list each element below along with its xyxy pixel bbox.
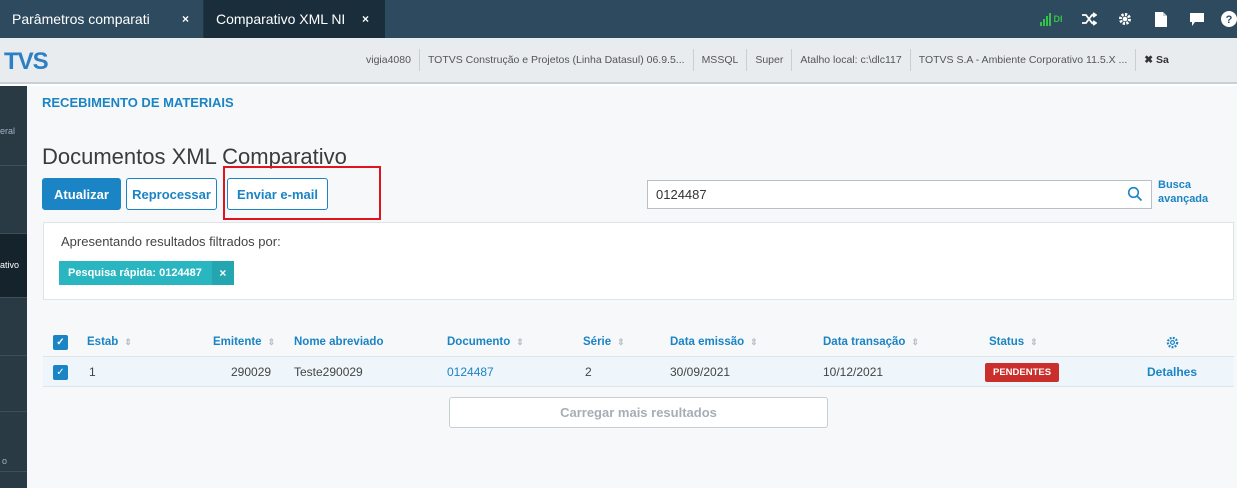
signal-label: DI <box>1053 14 1063 24</box>
brand-logo: TVS <box>4 48 49 75</box>
main-content: RECEBIMENTO DE MATERIAIS Documentos XML … <box>27 86 1237 488</box>
help-icon[interactable]: ? <box>1215 0 1237 38</box>
logout-button[interactable]: ✖ Sa <box>1135 49 1177 71</box>
status-badge: PENDENTES <box>985 357 1060 387</box>
sidebar-item[interactable]: eral <box>0 86 27 166</box>
advanced-search-link[interactable]: Busca avançada <box>1158 178 1208 206</box>
shuffle-icon[interactable] <box>1071 0 1107 38</box>
chat-icon[interactable] <box>1179 0 1215 38</box>
sidebar-item-active[interactable]: ativo <box>0 234 27 298</box>
row-checkbox[interactable]: ✓ <box>53 357 68 387</box>
filter-panel: Apresentando resultados filtrados por: P… <box>43 222 1234 300</box>
header-documento[interactable]: Documento ⇕ <box>447 327 524 357</box>
filter-chip: Pesquisa rápida: 0124487 × <box>59 261 234 285</box>
header-estab[interactable]: Estab ⇕ <box>87 327 132 357</box>
sidebar-item[interactable] <box>0 298 27 356</box>
header-serie[interactable]: Série ⇕ <box>583 327 625 357</box>
header-emitente[interactable]: Emitente ⇕ <box>213 327 275 357</box>
table-row[interactable]: ✓ 1 290029 Teste290029 0124487 2 30/09/2… <box>43 357 1234 387</box>
cell-data-emissao: 30/09/2021 <box>670 365 731 379</box>
tab-comparativo[interactable]: Comparativo XML NF- × <box>204 0 385 38</box>
update-button[interactable]: Atualizar <box>42 178 121 210</box>
info-bar: TVS vigia4080 TOTVS Construção e Projeto… <box>0 38 1237 84</box>
gear-icon[interactable] <box>1107 0 1143 38</box>
search-input[interactable]: 0124487 <box>647 180 1152 209</box>
search-value: 0124487 <box>656 187 707 202</box>
signal-icon[interactable]: DI <box>1031 0 1071 38</box>
cell-documento[interactable]: 0124487 <box>447 357 494 387</box>
cell-nome: Teste290029 <box>294 365 363 379</box>
info-user: vigia4080 <box>366 54 411 66</box>
highlight-box <box>223 166 381 220</box>
sidebar-item[interactable] <box>0 166 27 234</box>
cell-serie: 2 <box>585 365 592 379</box>
select-all-checkbox[interactable]: ✓ <box>53 327 68 357</box>
close-icon[interactable]: × <box>362 12 369 26</box>
info-company[interactable]: TOTVS Construção e Projetos (Linha Datas… <box>418 49 693 71</box>
cell-data-transacao: 10/12/2021 <box>823 365 884 379</box>
document-icon[interactable] <box>1143 0 1179 38</box>
header-status[interactable]: Status ⇕ <box>989 327 1038 357</box>
table-header: ✓ Estab ⇕ Emitente ⇕ Nome abreviado Docume… <box>43 327 1234 357</box>
info-environment[interactable]: TOTVS S.A - Ambiente Corporativo 11.5.X … <box>909 49 1136 71</box>
header-data-emissao[interactable]: Data emissão ⇕ <box>670 327 758 357</box>
documents-table: ✓ Estab ⇕ Emitente ⇕ Nome abreviado Docume… <box>43 327 1234 387</box>
gear-icon[interactable] <box>1166 327 1179 357</box>
filter-title: Apresentando resultados filtrados por: <box>61 234 281 249</box>
tab-label: Comparativo XML NF- <box>216 11 344 27</box>
load-more-button[interactable]: Carregar mais resultados <box>449 397 828 428</box>
tab-parametros[interactable]: Parâmetros comparati × <box>0 0 204 38</box>
svg-text:?: ? <box>1226 14 1233 26</box>
left-sidebar: eral ativo o <box>0 86 27 488</box>
info-shortcut: Atalho local: c:\dlc117 <box>791 49 909 71</box>
header-nome: Nome abreviado <box>294 336 384 348</box>
reprocess-button[interactable]: Reprocessar <box>126 178 217 210</box>
close-icon[interactable]: × <box>211 261 234 285</box>
sidebar-item[interactable] <box>0 356 27 412</box>
filter-chip-label: Pesquisa rápida: 0124487 <box>68 267 202 279</box>
sidebar-item[interactable]: o <box>0 412 27 472</box>
cell-estab: 1 <box>89 365 96 379</box>
top-tab-bar: Parâmetros comparati × Comparativo XML N… <box>0 0 1237 38</box>
cell-emitente: 290029 <box>231 365 272 379</box>
search-icon[interactable] <box>1127 186 1143 202</box>
details-link[interactable]: Detalhes <box>1147 357 1197 387</box>
tab-label: Parâmetros comparati <box>12 11 150 27</box>
breadcrumb[interactable]: RECEBIMENTO DE MATERIAIS <box>42 95 234 110</box>
close-icon[interactable]: × <box>182 12 189 26</box>
info-database: MSSQL <box>692 49 747 71</box>
info-role: Super <box>746 49 791 71</box>
header-data-transacao[interactable]: Data transação ⇕ <box>823 327 919 357</box>
